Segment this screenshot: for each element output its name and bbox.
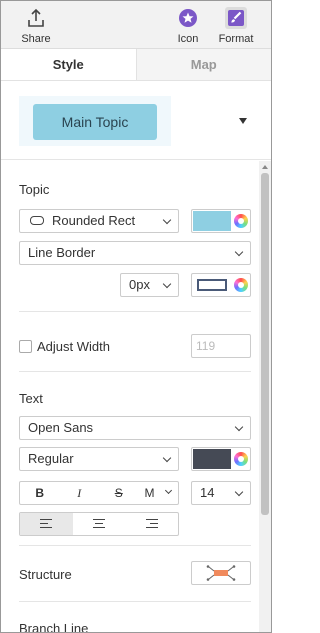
- topic-preview[interactable]: Main Topic: [19, 96, 171, 146]
- share-button[interactable]: Share: [14, 5, 58, 47]
- font-weight-select[interactable]: Regular: [19, 447, 179, 471]
- border-style-value: Line Border: [28, 245, 96, 260]
- align-right-button[interactable]: [125, 513, 178, 535]
- tab-style[interactable]: Style: [1, 49, 136, 80]
- more-format-button[interactable]: M: [139, 482, 179, 504]
- align-right-icon: [145, 519, 158, 531]
- font-size-value: 14: [200, 485, 215, 500]
- bold-button[interactable]: B: [20, 482, 60, 504]
- font-family-select[interactable]: Open Sans: [19, 416, 251, 440]
- format-button[interactable]: Format: [214, 5, 258, 47]
- align-left-icon: [40, 519, 53, 531]
- text-section-title: Text: [19, 391, 43, 406]
- border-color-swatch: [197, 279, 227, 291]
- adjust-width-checkbox[interactable]: [19, 340, 32, 353]
- chevron-down-icon: [234, 487, 244, 497]
- chevron-down-icon: [234, 422, 244, 432]
- brush-icon: [225, 7, 247, 29]
- topic-section-title: Topic: [19, 182, 50, 197]
- scroll-up-icon[interactable]: [262, 165, 268, 169]
- italic-button[interactable]: I: [60, 482, 100, 504]
- star-icon: [179, 9, 197, 27]
- more-format-label: M: [144, 486, 155, 500]
- border-width-select[interactable]: 0px: [120, 273, 179, 297]
- text-align-bar: [19, 512, 179, 536]
- shape-value: Rounded Rect: [52, 213, 136, 228]
- structure-select-button[interactable]: [191, 561, 251, 585]
- rounded-rect-icon: [30, 216, 44, 225]
- font-family-value: Open Sans: [28, 420, 94, 435]
- scroll-thumb[interactable]: [261, 173, 269, 515]
- format-label: Format: [218, 33, 254, 45]
- share-icon: [28, 8, 44, 27]
- chevron-down-icon: [162, 279, 172, 289]
- border-color-button[interactable]: [191, 273, 251, 297]
- border-style-select[interactable]: Line Border: [19, 241, 251, 265]
- share-label: Share: [21, 33, 51, 45]
- chevron-down-icon: [234, 247, 244, 257]
- border-width-value: 0px: [129, 277, 150, 292]
- shape-select[interactable]: Rounded Rect: [19, 209, 179, 233]
- adjust-width-label: Adjust Width: [37, 339, 110, 354]
- icon-label: Icon: [177, 33, 199, 45]
- width-input[interactable]: 119: [191, 334, 251, 358]
- chevron-down-icon: [162, 453, 172, 463]
- strikethrough-button[interactable]: S: [99, 482, 139, 504]
- divider: [19, 371, 251, 372]
- text-color-button[interactable]: [191, 447, 251, 471]
- toolbar: Share Icon Format: [1, 1, 271, 49]
- scrollbar[interactable]: [259, 161, 271, 632]
- fill-color-swatch: [193, 211, 231, 231]
- text-format-bar: B I S M: [19, 481, 179, 505]
- format-panel: Share Icon Format Style Map Main Topic T…: [0, 0, 272, 633]
- topic-fill-color-button[interactable]: [191, 209, 251, 233]
- branch-line-section-title: Branch Line: [19, 621, 89, 633]
- font-size-select[interactable]: 14: [191, 481, 251, 505]
- color-wheel-icon: [234, 278, 248, 292]
- tab-map[interactable]: Map: [135, 49, 271, 80]
- structure-section-title: Structure: [19, 567, 72, 582]
- align-center-button[interactable]: [73, 513, 126, 535]
- align-center-icon: [93, 519, 105, 531]
- style-preview: Main Topic: [1, 82, 271, 160]
- chevron-down-icon: [162, 215, 172, 225]
- divider: [19, 601, 251, 602]
- color-wheel-icon: [234, 452, 248, 466]
- structure-icon: [206, 565, 236, 581]
- icon-button[interactable]: Icon: [166, 5, 210, 47]
- caret-down-icon[interactable]: [239, 118, 247, 124]
- divider: [19, 545, 251, 546]
- panel-tabs: Style Map: [1, 49, 271, 81]
- color-wheel-icon: [234, 214, 248, 228]
- text-color-swatch: [193, 449, 231, 469]
- chevron-down-icon: [164, 486, 173, 495]
- align-left-button[interactable]: [20, 513, 73, 535]
- main-topic-preview: Main Topic: [33, 104, 157, 140]
- font-weight-value: Regular: [28, 451, 74, 466]
- divider: [19, 311, 251, 312]
